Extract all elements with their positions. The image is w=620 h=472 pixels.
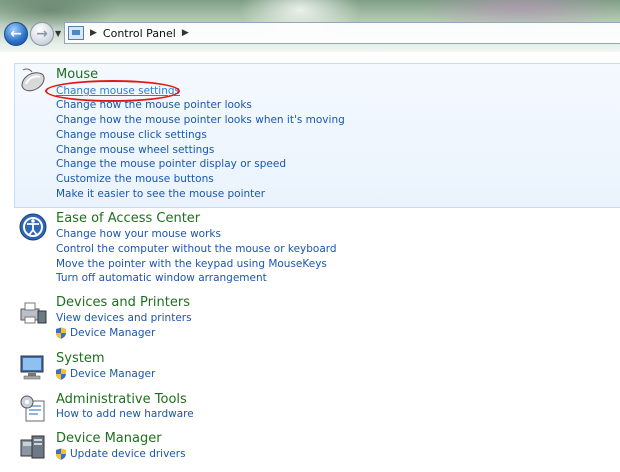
system-icon	[20, 355, 44, 380]
arrow-left-icon: ←	[10, 26, 22, 42]
arrow-right-icon: →	[36, 26, 48, 42]
link-change-click-settings[interactable]: Change mouse click settings	[56, 129, 207, 141]
link-customize-buttons[interactable]: Customize the mouse buttons	[56, 173, 214, 185]
printer-icon	[20, 302, 47, 324]
link-change-wheel-settings[interactable]: Change mouse wheel settings	[56, 144, 214, 156]
link-device-manager[interactable]: Device Manager	[70, 327, 155, 339]
link-easier-see-pointer[interactable]: Make it easier to see the mouse pointer	[56, 188, 265, 200]
link-change-mouse-works[interactable]: Change how your mouse works	[56, 228, 221, 240]
admin-tools-icon	[20, 395, 45, 422]
category-title-system[interactable]: System	[56, 351, 104, 366]
chevron-right-icon[interactable]: ▶	[182, 28, 189, 38]
link-update-drivers[interactable]: Update device drivers	[70, 448, 186, 460]
red-annotation-ellipse	[45, 80, 180, 102]
category-title-devices-printers[interactable]: Devices and Printers	[56, 295, 190, 310]
link-control-without-mouse[interactable]: Control the computer without the mouse o…	[56, 243, 337, 255]
window-titlebar: ← → ▼ ▶ Control Panel ▶	[0, 0, 620, 52]
back-button[interactable]: ←	[4, 22, 28, 46]
category-title-ease-of-access[interactable]: Ease of Access Center	[56, 211, 200, 226]
uac-shield-icon	[56, 327, 66, 339]
category-title-admin-tools[interactable]: Administrative Tools	[56, 392, 187, 407]
control-panel-icon	[68, 26, 84, 40]
device-manager-icon	[20, 435, 45, 459]
link-add-new-hardware[interactable]: How to add new hardware	[56, 408, 194, 420]
link-device-manager[interactable]: Device Manager	[70, 368, 155, 380]
link-change-pointer-speed[interactable]: Change the mouse pointer display or spee…	[56, 158, 286, 170]
chevron-right-icon[interactable]: ▶	[90, 28, 97, 38]
link-view-devices[interactable]: View devices and printers	[56, 312, 192, 324]
category-title-device-manager[interactable]: Device Manager	[56, 431, 162, 446]
uac-shield-icon	[56, 448, 66, 460]
ease-of-access-icon	[19, 213, 47, 241]
link-mousekeys[interactable]: Move the pointer with the keypad using M…	[56, 258, 327, 270]
mouse-icon	[21, 68, 45, 92]
recent-pages-dropdown[interactable]: ▼	[55, 29, 61, 38]
link-window-arrangement[interactable]: Turn off automatic window arrangement	[56, 272, 267, 284]
breadcrumb-control-panel[interactable]: Control Panel	[103, 27, 176, 40]
link-change-pointer-moving[interactable]: Change how the mouse pointer looks when …	[56, 114, 345, 126]
forward-button[interactable]: →	[30, 22, 54, 46]
address-bar[interactable]: ▶ Control Panel ▶	[64, 22, 620, 44]
uac-shield-icon	[56, 368, 66, 380]
